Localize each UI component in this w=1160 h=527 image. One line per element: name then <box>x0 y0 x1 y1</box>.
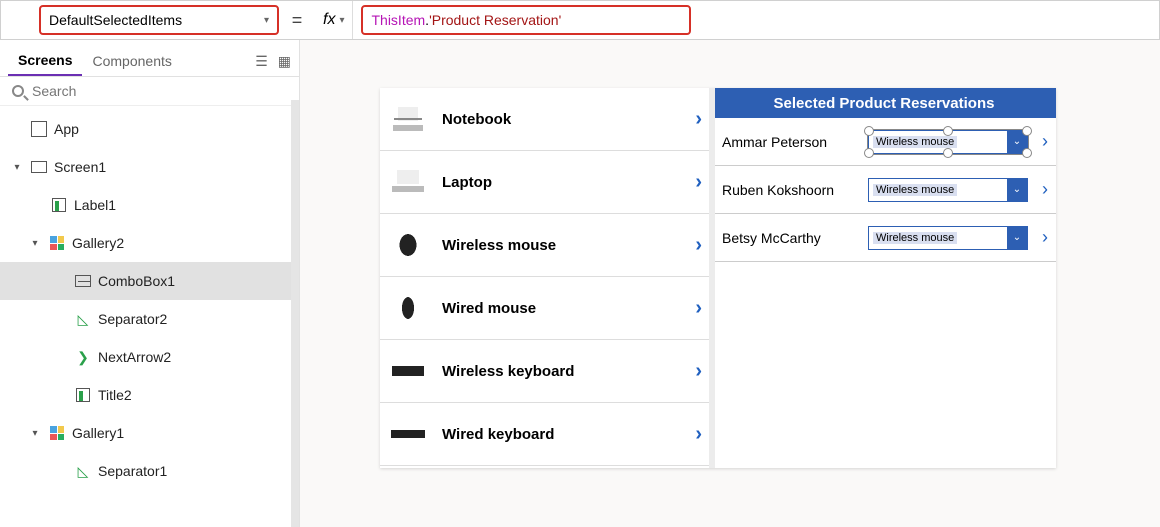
tree-node-gallery1[interactable]: ▾ Gallery1 <box>0 414 299 452</box>
product-row[interactable]: Laptop › <box>380 151 712 214</box>
reservation-row: Ruben Kokshoorn Wireless mouse ⌄ › <box>712 166 1056 214</box>
chevron-right-icon[interactable]: › <box>1036 131 1054 152</box>
equals-label: = <box>287 10 307 31</box>
chevron-right-icon[interactable]: › <box>1036 179 1054 200</box>
separator-icon: ◺ <box>74 310 92 328</box>
combobox[interactable]: Wireless mouse⌄ <box>868 130 1028 154</box>
chevron-right-icon[interactable]: › <box>695 423 702 446</box>
gallery-reservations: Selected Product Reservations Ammar Pete… <box>712 88 1056 468</box>
combobox[interactable]: Wireless mouse ⌄ <box>868 178 1028 202</box>
combobox-value: Wireless mouse <box>873 184 957 196</box>
search-input[interactable] <box>32 83 287 99</box>
product-image <box>390 231 426 259</box>
chevron-right-icon[interactable]: › <box>1036 227 1054 248</box>
product-image <box>390 168 426 196</box>
product-row[interactable]: Wired keyboard › <box>380 403 712 466</box>
combobox-value: Wireless mouse <box>873 232 957 244</box>
tree-node-app[interactable]: App <box>0 110 299 148</box>
tree-node-label: Separator2 <box>98 311 167 327</box>
chevron-down-icon[interactable]: ⌄ <box>1007 179 1027 201</box>
fx-icon: fx <box>323 11 335 29</box>
product-row[interactable]: Wireless mouse › <box>380 214 712 277</box>
product-image <box>390 420 426 448</box>
combobox[interactable]: Wireless mouse ⌄ <box>868 226 1028 250</box>
product-image <box>390 357 426 385</box>
chevron-right-icon[interactable]: › <box>695 360 702 383</box>
product-row[interactable]: Notebook › <box>380 88 712 151</box>
tree-node-separator1[interactable]: ◺ Separator1 <box>0 452 299 490</box>
tree-node-label: NextArrow2 <box>98 349 171 365</box>
product-name: Wired keyboard <box>442 426 554 443</box>
formula-token-thisitem: ThisItem <box>371 12 425 28</box>
product-row[interactable]: Wireless keyboard › <box>380 340 712 403</box>
tree-view-panel: Screens Components ☰ ▦ App ▾ Screen1 <box>0 40 300 527</box>
chevron-down-icon: ▾ <box>264 15 269 26</box>
collapse-icon[interactable]: ▾ <box>28 428 42 439</box>
formula-bar: DefaultSelectedItems ▾ = fx ▾ ThisItem.'… <box>0 0 1160 40</box>
tree-node-nextarrow2[interactable]: ❯ NextArrow2 <box>0 338 299 376</box>
collapse-icon[interactable]: ▾ <box>28 238 42 249</box>
tree-node-label: App <box>54 121 79 137</box>
collapse-icon[interactable]: ▾ <box>10 162 24 173</box>
tree-node-label: Separator1 <box>98 463 167 479</box>
tree-node-gallery2[interactable]: ▾ Gallery2 <box>0 224 299 262</box>
chevron-down-icon: ▾ <box>339 15 344 26</box>
canvas-area[interactable]: Notebook›Laptop›Wireless mouse›Wired mou… <box>300 40 1160 527</box>
tree-node-screen1[interactable]: ▾ Screen1 <box>0 148 299 186</box>
tree-node-label: Label1 <box>74 197 116 213</box>
product-name: Wireless keyboard <box>442 363 574 380</box>
reservation-name: Betsy McCarthy <box>722 230 860 246</box>
formula-input[interactable]: ThisItem.'Product Reservation' <box>361 5 691 35</box>
product-name: Wireless mouse <box>442 237 556 254</box>
reservation-name: Ammar Peterson <box>722 134 860 150</box>
app-frame: Notebook›Laptop›Wireless mouse›Wired mou… <box>380 88 1056 468</box>
tree-list-icon[interactable]: ☰ <box>255 53 268 70</box>
product-row[interactable]: Wired mouse › <box>380 277 712 340</box>
arrow-icon: ❯ <box>74 348 92 366</box>
property-dropdown[interactable]: DefaultSelectedItems ▾ <box>39 5 279 35</box>
tab-components[interactable]: Components <box>82 47 181 75</box>
tree-node-label: Gallery1 <box>72 425 124 441</box>
tree-node-label: Title2 <box>98 387 132 403</box>
tree-node-label: Screen1 <box>54 159 106 175</box>
reservation-row: Ammar Peterson Wireless mouse⌄ › <box>712 118 1056 166</box>
product-name: Laptop <box>442 174 492 191</box>
tree-node-label1[interactable]: Label1 <box>0 186 299 224</box>
reservation-row: Betsy McCarthy Wireless mouse ⌄ › <box>712 214 1056 262</box>
separator-icon: ◺ <box>74 462 92 480</box>
chevron-down-icon[interactable]: ⌄ <box>1007 227 1027 249</box>
product-name: Wired mouse <box>442 300 536 317</box>
tab-screens[interactable]: Screens <box>8 46 82 76</box>
search-icon <box>12 85 24 97</box>
tree-node-combobox1[interactable]: ComboBox1 <box>0 262 299 300</box>
combobox-value: Wireless mouse <box>873 136 957 148</box>
chevron-right-icon[interactable]: › <box>695 234 702 257</box>
tree-grid-icon[interactable]: ▦ <box>278 53 291 70</box>
chevron-right-icon[interactable]: › <box>695 297 702 320</box>
tree-view: App ▾ Screen1 Label1 ▾ Gallery2 ComboBox… <box>0 106 299 527</box>
product-image <box>390 294 426 322</box>
fx-button[interactable]: fx ▾ <box>315 1 353 39</box>
reservations-header: Selected Product Reservations <box>712 88 1056 118</box>
gallery-products: Notebook›Laptop›Wireless mouse›Wired mou… <box>380 88 712 468</box>
property-dropdown-value: DefaultSelectedItems <box>49 12 182 28</box>
formula-token-string: 'Product Reservation' <box>429 12 561 28</box>
chevron-right-icon[interactable]: › <box>695 171 702 194</box>
tree-node-separator2[interactable]: ◺ Separator2 <box>0 300 299 338</box>
chevron-right-icon[interactable]: › <box>695 108 702 131</box>
tree-node-label: Gallery2 <box>72 235 124 251</box>
product-image <box>390 105 426 133</box>
reservation-name: Ruben Kokshoorn <box>722 182 860 198</box>
product-name: Notebook <box>442 111 511 128</box>
tree-node-title2[interactable]: Title2 <box>0 376 299 414</box>
tree-node-label: ComboBox1 <box>98 273 175 289</box>
